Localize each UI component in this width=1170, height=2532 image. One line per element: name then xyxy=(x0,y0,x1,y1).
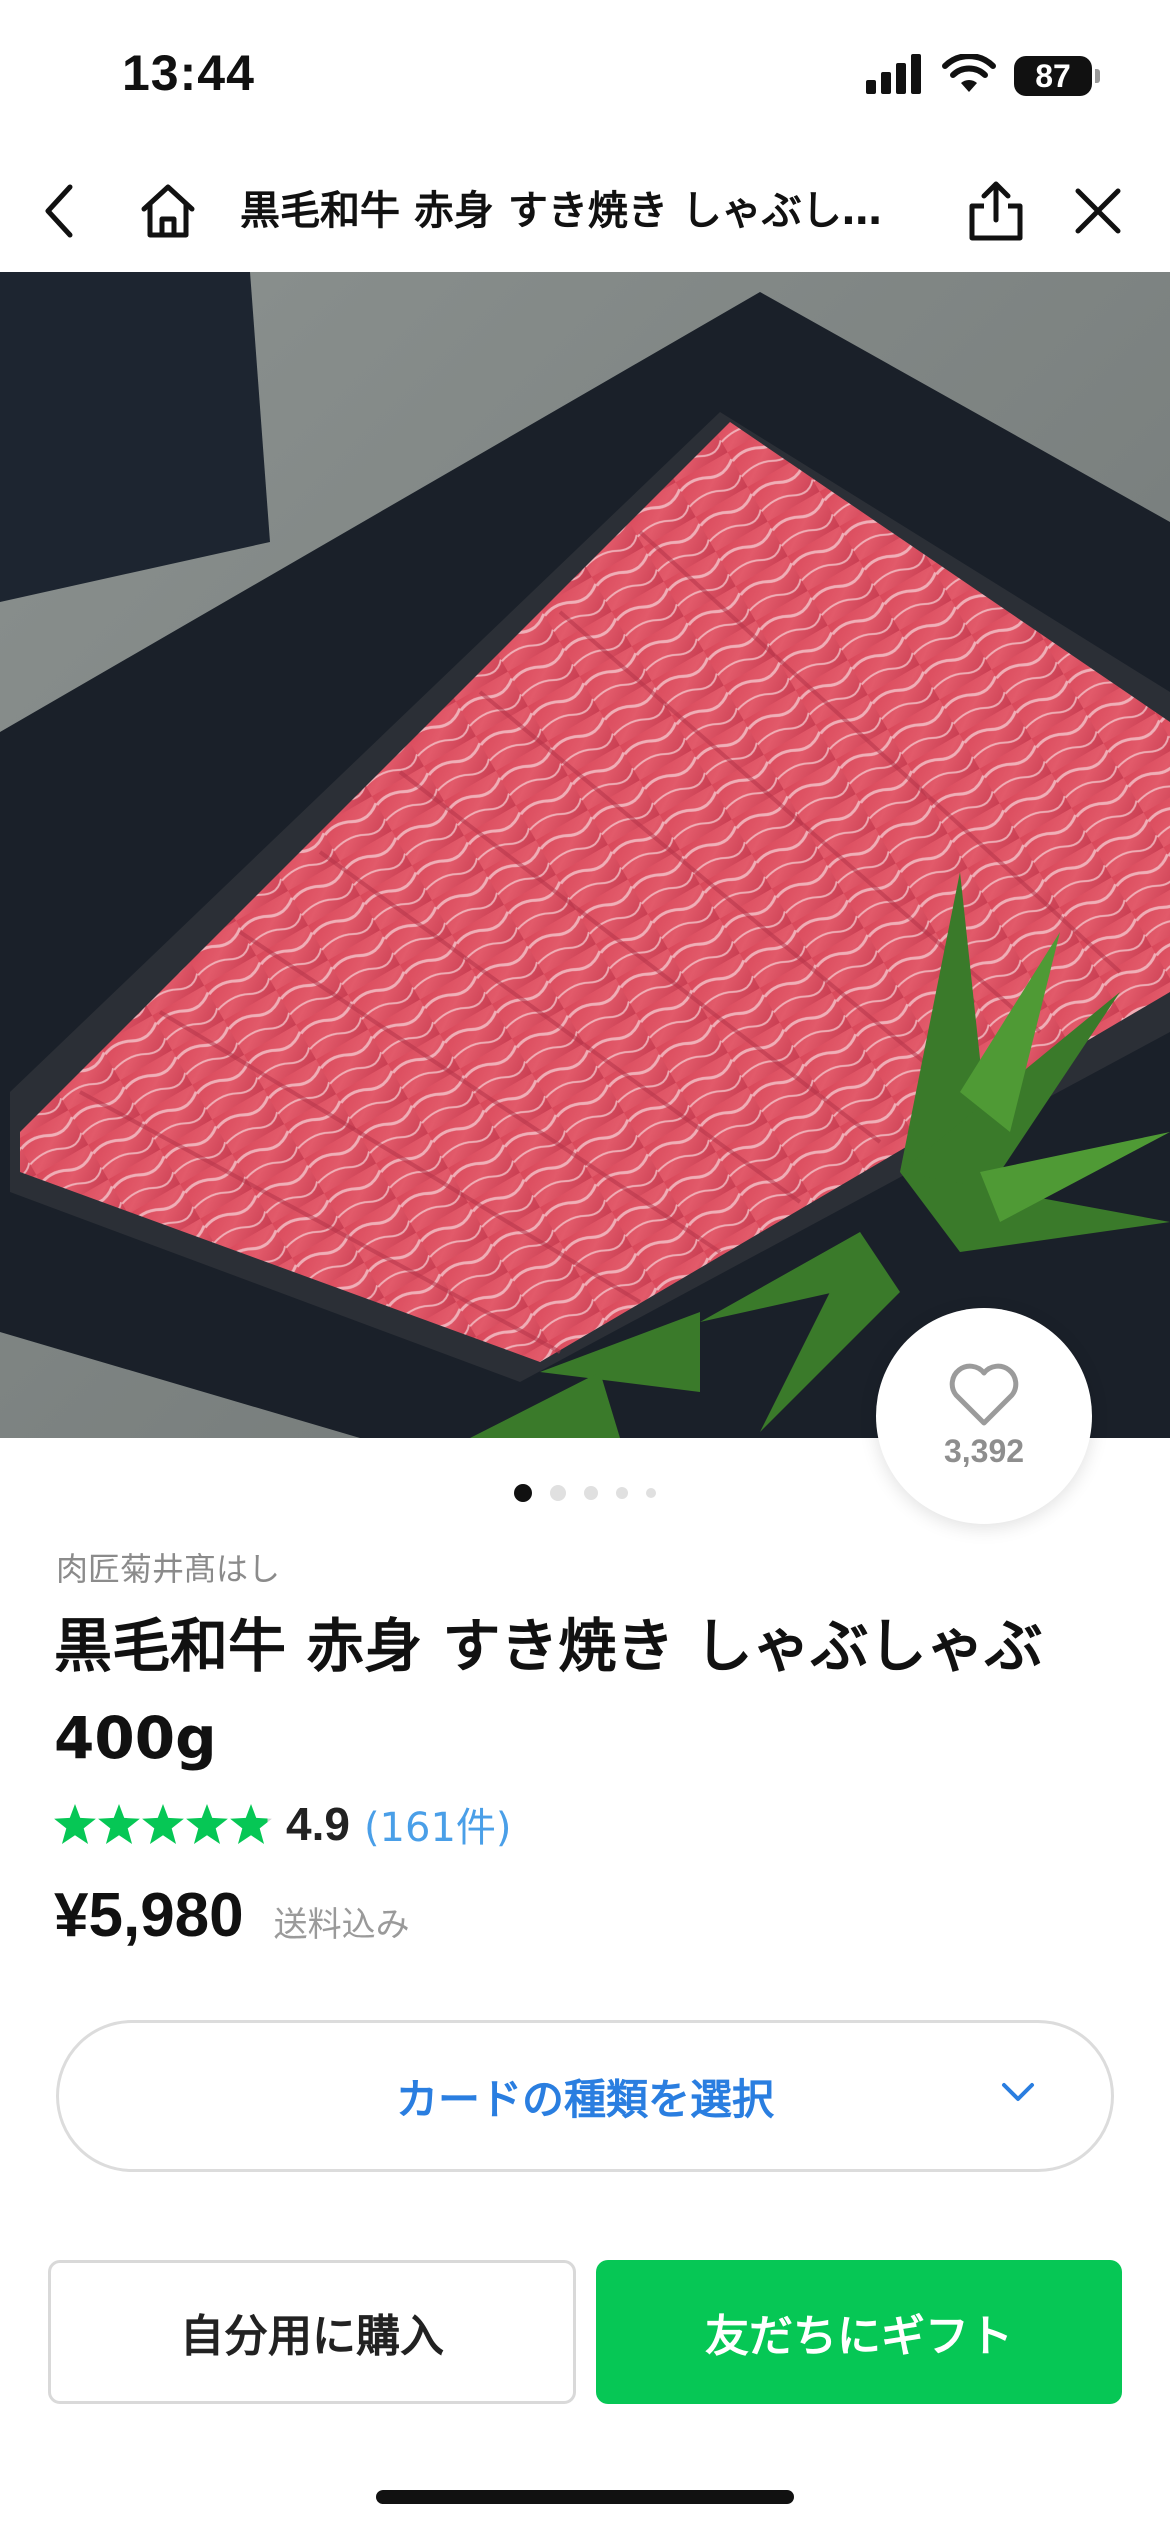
pager-dot[interactable] xyxy=(584,1486,598,1500)
price: ¥5,980 xyxy=(54,1881,244,1950)
star-icon xyxy=(142,1804,184,1844)
rating-value: 4.9 xyxy=(286,1798,350,1850)
product-image[interactable] xyxy=(0,272,1170,1438)
close-button[interactable] xyxy=(1066,150,1130,272)
pager-dot[interactable] xyxy=(616,1487,628,1499)
status-time: 13:44 xyxy=(122,45,255,101)
home-icon xyxy=(141,184,195,238)
pager-dot[interactable] xyxy=(550,1485,566,1501)
status-icons: 87 xyxy=(866,52,1100,100)
star-icon xyxy=(186,1804,228,1844)
wagyu-photo xyxy=(0,272,1170,1438)
review-count-link[interactable]: (161件) xyxy=(364,1795,512,1853)
favorite-count: 3,392 xyxy=(943,1432,1025,1469)
share-button[interactable] xyxy=(964,150,1028,272)
rating-stars xyxy=(54,1804,272,1844)
star-icon xyxy=(98,1804,140,1844)
pager-dot[interactable] xyxy=(646,1488,656,1498)
chevron-down-icon xyxy=(1002,2083,1034,2101)
share-icon xyxy=(969,181,1023,241)
gift-to-friend-button[interactable]: 友だちにギフト xyxy=(596,2260,1122,2404)
battery-level: 87 xyxy=(1035,57,1071,94)
wifi-icon xyxy=(942,53,996,98)
product-title: 黒毛和牛 赤身 すき焼き しゃぶしゃぶ 400g xyxy=(54,1612,1043,1772)
shop-name[interactable]: 肉匠菊井髙はし xyxy=(56,1544,280,1590)
buy-for-self-button[interactable]: 自分用に購入 xyxy=(48,2260,576,2404)
pager-dot-active[interactable] xyxy=(514,1484,532,1502)
nav-bar: 黒毛和牛 赤身 すき焼き しゃぶし… xyxy=(0,150,1170,272)
price-row: ¥5,980 送料込み xyxy=(54,1880,410,1960)
home-indicator xyxy=(376,2490,794,2504)
home-button[interactable] xyxy=(136,150,200,272)
star-icon xyxy=(54,1804,96,1844)
nav-title: 黒毛和牛 赤身 すき焼き しゃぶし… xyxy=(240,188,882,234)
back-button[interactable] xyxy=(30,150,90,272)
card-type-select-label: カードの種類を選択 xyxy=(395,2074,774,2124)
back-icon xyxy=(45,184,73,238)
image-pager xyxy=(0,1484,1170,1502)
heart-icon xyxy=(949,1363,1019,1425)
card-type-select[interactable]: カードの種類を選択 xyxy=(56,2020,1114,2172)
battery-icon: 87 xyxy=(1014,56,1100,96)
signal-icon xyxy=(866,54,924,98)
close-icon xyxy=(1075,188,1121,234)
shipping-note: 送料込み xyxy=(273,1905,410,1945)
status-bar: 13:44 87 xyxy=(0,0,1170,150)
rating-row[interactable]: 4.9 (161件) xyxy=(54,1794,512,1854)
star-icon xyxy=(230,1804,272,1844)
